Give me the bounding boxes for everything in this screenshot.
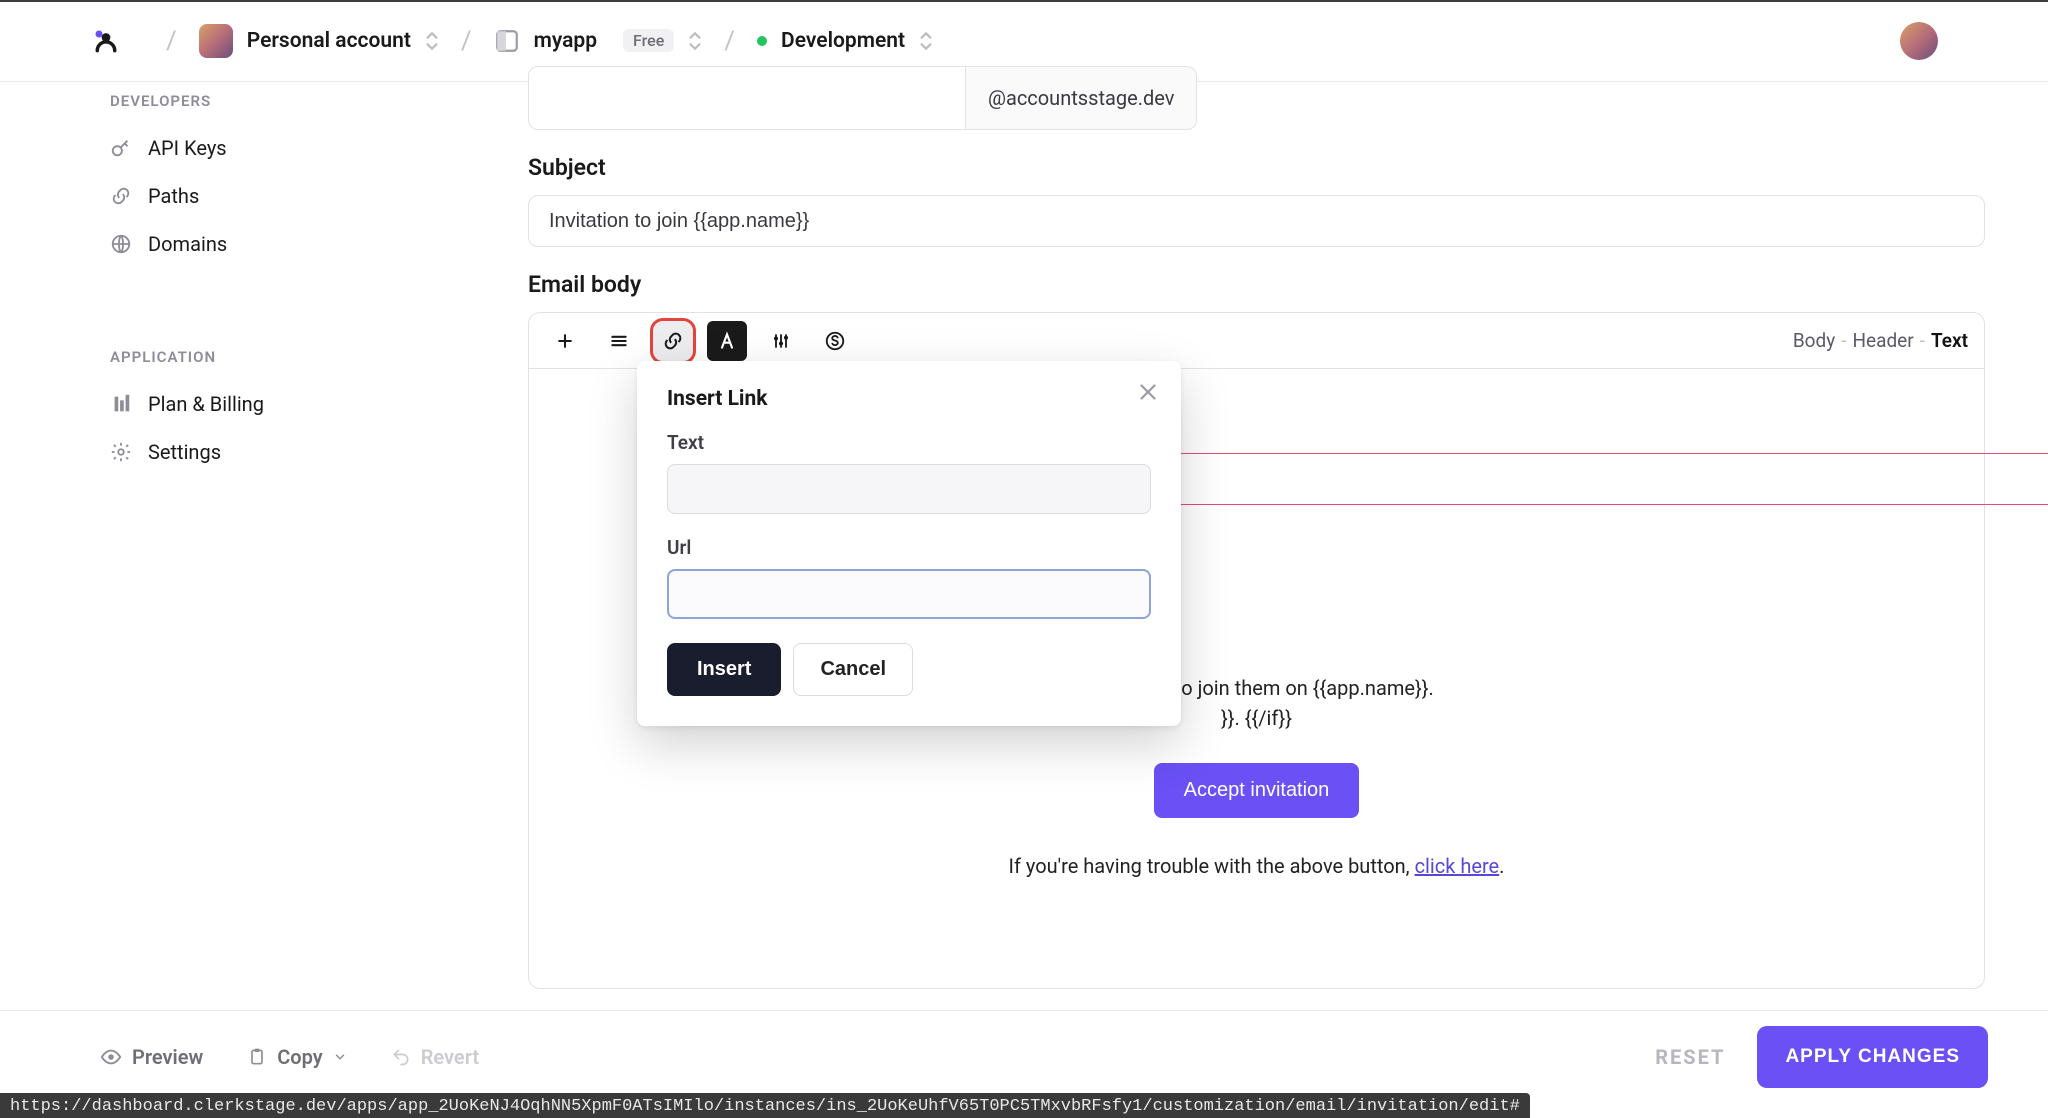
chevron-down-icon: [333, 1050, 347, 1064]
browser-status-url: https://dashboard.clerkstage.dev/apps/ap…: [0, 1093, 1530, 1118]
popup-actions: Insert Cancel: [667, 643, 1151, 696]
sidebar-item-label: Settings: [148, 440, 221, 464]
toolbar-sliders-button[interactable]: [761, 321, 801, 361]
link-icon: [110, 185, 132, 207]
email-body-label: Email body: [528, 271, 1985, 298]
reset-button[interactable]: RESET: [1655, 1045, 1725, 1069]
sidebar-item-label: Domains: [148, 232, 227, 256]
toolbar-lines-button[interactable]: [599, 321, 639, 361]
popup-url-input[interactable]: [667, 569, 1151, 619]
eye-icon: [100, 1046, 122, 1068]
sidebar: DEVELOPERS API Keys Paths Domains APPLIC…: [0, 82, 360, 476]
sidebar-item-label: API Keys: [148, 136, 227, 160]
trouble-prefix: If you're having trouble with the above …: [1009, 854, 1415, 878]
cancel-button[interactable]: Cancel: [793, 643, 913, 696]
account-switcher[interactable]: Personal account: [199, 24, 439, 58]
chain-link-icon: [662, 330, 684, 352]
chevron-updown-icon: [425, 30, 439, 52]
sidebar-item-domains[interactable]: Domains: [110, 220, 360, 268]
apply-changes-button[interactable]: APPLY CHANGES: [1757, 1026, 1988, 1088]
preview-label: Preview: [132, 1045, 203, 1069]
sidebar-caption-application: APPLICATION: [110, 348, 360, 366]
insert-link-popup: Insert Link Text Url Insert Cancel: [637, 361, 1181, 726]
from-domain-suffix: @accountsstage.dev: [966, 66, 1197, 130]
undo-icon: [391, 1047, 411, 1067]
sidebar-item-api-keys[interactable]: API Keys: [110, 124, 360, 172]
crumb-sep: /: [166, 26, 177, 56]
from-row: @accountsstage.dev: [528, 66, 1985, 130]
gear-icon: [110, 441, 132, 463]
revert-label: Revert: [421, 1045, 479, 1069]
copy-button[interactable]: Copy: [247, 1045, 346, 1069]
sidebar-item-label: Paths: [148, 184, 199, 208]
bc-header: Header: [1853, 329, 1914, 352]
lines-icon: [609, 331, 629, 351]
revert-button[interactable]: Revert: [391, 1045, 479, 1069]
footer-right: RESET APPLY CHANGES: [1655, 1026, 1988, 1088]
sliders-icon: [771, 331, 791, 351]
trouble-suffix: .: [1499, 854, 1504, 878]
trouble-line: If you're having trouble with the above …: [569, 854, 1944, 878]
avatar-sm: [199, 24, 233, 58]
accept-invitation-button[interactable]: Accept invitation: [1154, 763, 1360, 818]
popup-url-label: Url: [667, 536, 1151, 559]
close-icon[interactable]: [1135, 379, 1161, 405]
account-label: Personal account: [247, 29, 411, 53]
toolbar-variable-button[interactable]: [815, 321, 855, 361]
clipboard-icon: [247, 1046, 267, 1068]
bc-text: Text: [1931, 329, 1968, 352]
billing-icon: [110, 393, 132, 415]
crumb-sep: /: [461, 26, 472, 56]
key-icon: [110, 137, 132, 159]
popup-title: Insert Link: [667, 387, 1151, 411]
toolbar-add-button[interactable]: [545, 321, 585, 361]
toolbar-link-button[interactable]: [653, 321, 693, 361]
globe-icon: [110, 233, 132, 255]
insert-button[interactable]: Insert: [667, 643, 781, 696]
sidebar-item-settings[interactable]: Settings: [110, 428, 360, 476]
sidebar-item-plan-billing[interactable]: Plan & Billing: [110, 380, 360, 428]
footer: Preview Copy Revert RESET APPLY CHANGES: [0, 1010, 2048, 1102]
editor-breadcrumb[interactable]: Body-Header-Text: [1793, 329, 1968, 352]
logo-icon: [92, 27, 120, 55]
bc-body: Body: [1793, 329, 1835, 352]
sidebar-item-label: Plan & Billing: [148, 392, 264, 416]
sidebar-item-paths[interactable]: Paths: [110, 172, 360, 220]
sidebar-caption-developers: DEVELOPERS: [110, 92, 360, 110]
toolbar-textcolor-button[interactable]: [707, 321, 747, 361]
preview-button[interactable]: Preview: [100, 1045, 203, 1069]
plus-icon: [555, 331, 575, 351]
popup-text-input[interactable]: [667, 464, 1151, 514]
app-box-icon: [494, 28, 520, 54]
popup-text-label: Text: [667, 431, 1151, 454]
circle-s-icon: [824, 330, 846, 352]
subject-label: Subject: [528, 154, 1985, 181]
letter-a-icon: [717, 331, 737, 351]
copy-label: Copy: [277, 1045, 322, 1069]
from-local-input[interactable]: [528, 66, 966, 130]
subject-input[interactable]: [528, 195, 1985, 247]
click-here-link[interactable]: click here: [1415, 854, 1500, 878]
